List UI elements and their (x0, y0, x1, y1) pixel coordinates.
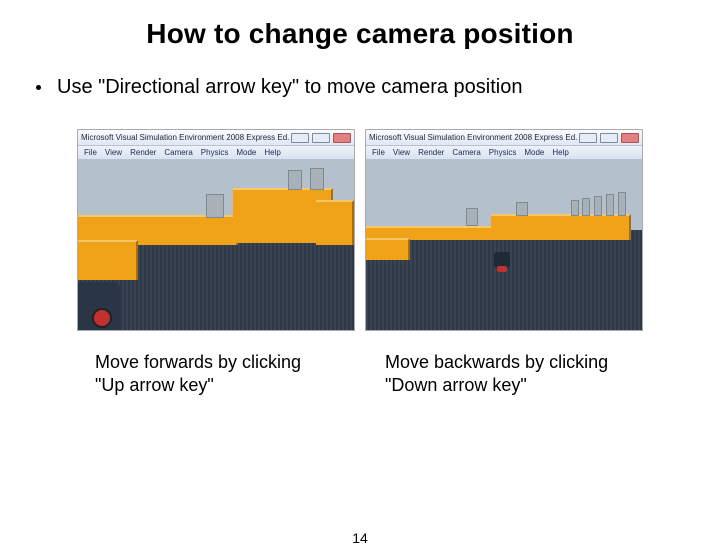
minimize-icon (579, 133, 597, 143)
window-titlebar: Microsoft Visual Simulation Environment … (366, 130, 642, 146)
maximize-icon (600, 133, 618, 143)
window-titlebar: Microsoft Visual Simulation Environment … (78, 130, 354, 146)
viewport-3d (78, 160, 354, 330)
menu-item: Camera (164, 148, 192, 157)
window-buttons (291, 133, 351, 143)
caption-line: Move backwards by clicking (385, 351, 635, 374)
menu-item: Mode (236, 148, 256, 157)
screenshot-row: Microsoft Visual Simulation Environment … (0, 129, 720, 331)
menu-item: File (372, 148, 385, 157)
menu-item: Physics (201, 148, 229, 157)
window-title: Microsoft Visual Simulation Environment … (81, 133, 289, 142)
menu-item: Camera (452, 148, 480, 157)
caption-line: "Up arrow key" (95, 374, 345, 397)
maximize-icon (312, 133, 330, 143)
caption-line: Move forwards by clicking (95, 351, 345, 374)
bullet-dot-icon (36, 85, 41, 90)
menu-bar: File View Render Camera Physics Mode Hel… (366, 146, 642, 160)
menu-item: Render (418, 148, 444, 157)
viewport-3d (366, 160, 642, 330)
caption-row: Move forwards by clicking "Up arrow key"… (0, 351, 720, 398)
caption-backward: Move backwards by clicking "Down arrow k… (385, 351, 635, 398)
menu-bar: File View Render Camera Physics Mode Hel… (78, 146, 354, 160)
window-title: Microsoft Visual Simulation Environment … (369, 133, 577, 142)
menu-item: Render (130, 148, 156, 157)
menu-item: File (84, 148, 97, 157)
close-icon (333, 133, 351, 143)
window-buttons (579, 133, 639, 143)
caption-forward: Move forwards by clicking "Up arrow key" (95, 351, 345, 398)
bullet-text: Use "Directional arrow key" to move came… (57, 76, 523, 99)
menu-item: Mode (524, 148, 544, 157)
menu-item: Help (264, 148, 280, 157)
minimize-icon (291, 133, 309, 143)
page-number: 14 (0, 530, 720, 546)
menu-item: Help (552, 148, 568, 157)
screenshot-forward: Microsoft Visual Simulation Environment … (77, 129, 355, 331)
menu-item: View (105, 148, 122, 157)
menu-item: View (393, 148, 410, 157)
slide-title: How to change camera position (0, 18, 720, 50)
close-icon (621, 133, 639, 143)
bullet-item: Use "Directional arrow key" to move came… (36, 76, 720, 99)
screenshot-backward: Microsoft Visual Simulation Environment … (365, 129, 643, 331)
menu-item: Physics (489, 148, 517, 157)
caption-line: "Down arrow key" (385, 374, 635, 397)
